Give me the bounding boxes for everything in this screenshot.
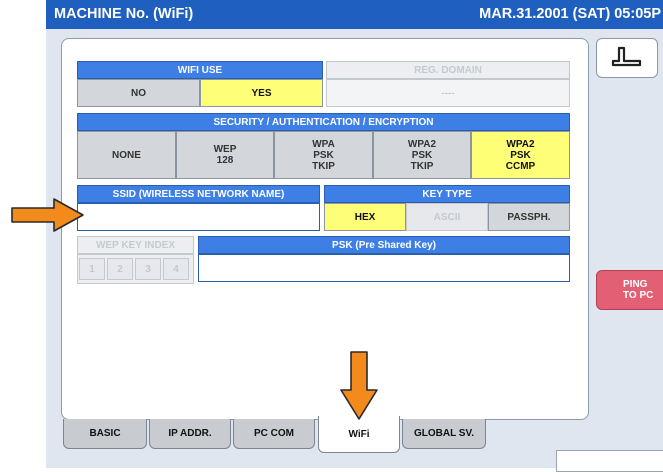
tab-ip-addr[interactable]: IP ADDR. [149, 419, 231, 449]
wep-key-index-1: 1 [79, 258, 105, 280]
return-arrow-icon [611, 46, 642, 67]
back-button[interactable] [596, 38, 658, 78]
security-wpa2-psk-tkip-option[interactable]: WPA2 PSK TKIP [373, 131, 471, 179]
wep-key-index-2: 2 [107, 258, 133, 280]
ssid-header: SSID (WIRELESS NETWORK NAME) [77, 185, 320, 203]
wifi-use-yes-option[interactable]: YES [200, 79, 323, 107]
key-type-passphrase-option[interactable]: PASSPH. [488, 203, 570, 231]
security-none-option[interactable]: NONE [77, 131, 176, 179]
key-type-hex-option[interactable]: HEX [324, 203, 406, 231]
tab-basic[interactable]: BASIC [63, 419, 147, 449]
right-arrow-icon [11, 198, 84, 232]
page-title: MACHINE No. (WiFi) [54, 6, 194, 22]
psk-header: PSK (Pre Shared Key) [198, 236, 570, 254]
down-arrow-icon [340, 351, 378, 420]
reg-domain-header: REG. DOMAIN [326, 61, 570, 79]
ssid-input[interactable] [77, 203, 320, 231]
title-bar: MACHINE No. (WiFi) MAR.31.2001 (SAT) 05:… [46, 0, 663, 29]
key-type-header: KEY TYPE [324, 185, 570, 203]
tab-pc-com[interactable]: PC COM [233, 419, 315, 449]
security-wpa2-psk-ccmp-option[interactable]: WPA2 PSK CCMP [471, 131, 570, 179]
wep-key-index-header: WEP KEY INDEX [77, 236, 194, 254]
wifi-use-header: WIFI USE [77, 61, 323, 79]
key-type-ascii-option: ASCII [406, 203, 488, 231]
security-header: SECURITY / AUTHENTICATION / ENCRYPTION [77, 113, 570, 131]
date-time: MAR.31.2001 (SAT) 05:05P [479, 6, 661, 22]
security-wep128-option[interactable]: WEP 128 [176, 131, 274, 179]
security-wpa-psk-tkip-option[interactable]: WPA PSK TKIP [274, 131, 373, 179]
psk-input[interactable] [198, 254, 570, 282]
wifi-use-no-option[interactable]: NO [77, 79, 200, 107]
status-box [556, 450, 663, 472]
ping-to-pc-button[interactable]: PING TO PC [596, 270, 663, 310]
reg-domain-field: ---- [326, 79, 570, 107]
tab-global-sv[interactable]: GLOBAL SV. [402, 419, 486, 449]
wep-key-index-3: 3 [135, 258, 161, 280]
wep-key-index-4: 4 [163, 258, 189, 280]
